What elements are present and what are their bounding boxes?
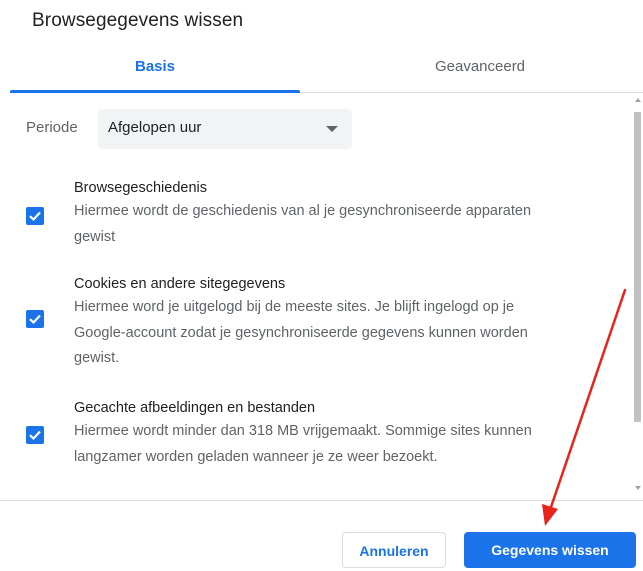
tab-geavanceerd[interactable]: Geavanceerd: [360, 44, 600, 92]
period-selected-value: Afgelopen uur: [108, 119, 202, 136]
tab-basis[interactable]: Basis: [10, 44, 300, 93]
cookies-checkbox[interactable]: [26, 310, 44, 328]
dialog-title: Browsegegevens wissen: [32, 10, 244, 31]
period-label: Periode: [26, 119, 78, 136]
description-line: gewist: [74, 228, 116, 245]
cookies-title: Cookies en andere sitegegevens: [74, 276, 286, 292]
description-line: langzamer worden geladen wanneer je ze w…: [74, 448, 438, 465]
arrow-head: [542, 504, 558, 526]
cached-images-checkbox[interactable]: [26, 426, 44, 444]
tab-bar: Basis Geavanceerd: [10, 44, 643, 93]
scroll-up-arrow-icon[interactable]: [635, 98, 641, 102]
cookies-description: Hiermee word je uitgelogd bij de meeste …: [74, 295, 604, 372]
check-icon: [29, 314, 41, 325]
clear-data-button[interactable]: Gegevens wissen: [464, 532, 636, 568]
scrollbar-thumb[interactable]: [634, 112, 641, 422]
browsing-history-checkbox[interactable]: [26, 207, 44, 225]
cookies-text: Cookies en andere sitegegevens Hiermee w…: [74, 273, 604, 372]
dialog-content: Periode Afgelopen uur Browsegeschiedenis…: [0, 93, 630, 488]
browsing-history-text: Browsegeschiedenis Hiermee wordt de gesc…: [74, 177, 604, 250]
description-line: Hiermee wordt minder dan 318 MB vrijgema…: [74, 423, 532, 439]
description-line: Hiermee word je uitgelogd bij de meeste …: [74, 299, 515, 315]
description-line: Hiermee wordt de geschiedenis van al je …: [74, 203, 532, 219]
tab-basis-label: Basis: [134, 58, 176, 75]
cached-images-text: Gecachte afbeeldingen en bestanden Hierm…: [74, 397, 604, 470]
description-line: Google-account zodat je gesynchroniseerd…: [74, 324, 528, 341]
caret-down-icon: [326, 126, 338, 132]
check-icon: [29, 430, 41, 441]
browsing-history-description: Hiermee wordt de geschiedenis van al je …: [74, 199, 604, 250]
tab-geavanceerd-label: Geavanceerd: [434, 58, 526, 75]
description-line: gewist.: [74, 350, 120, 366]
footer-divider: [0, 500, 643, 501]
cached-images-description: Hiermee wordt minder dan 318 MB vrijgema…: [74, 419, 604, 470]
cached-images-title: Gecachte afbeeldingen en bestanden: [74, 400, 316, 416]
period-select[interactable]: Afgelopen uur: [98, 109, 352, 149]
scroll-down-arrow-icon[interactable]: [635, 486, 641, 490]
cancel-button[interactable]: Annuleren: [342, 532, 446, 568]
content-scrollbar[interactable]: [632, 94, 643, 494]
check-icon: [29, 211, 41, 222]
clear-browsing-data-dialog: Browsegegevens wissen Basis Geavanceerd …: [0, 0, 643, 571]
browsing-history-title: Browsegeschiedenis: [74, 180, 207, 196]
